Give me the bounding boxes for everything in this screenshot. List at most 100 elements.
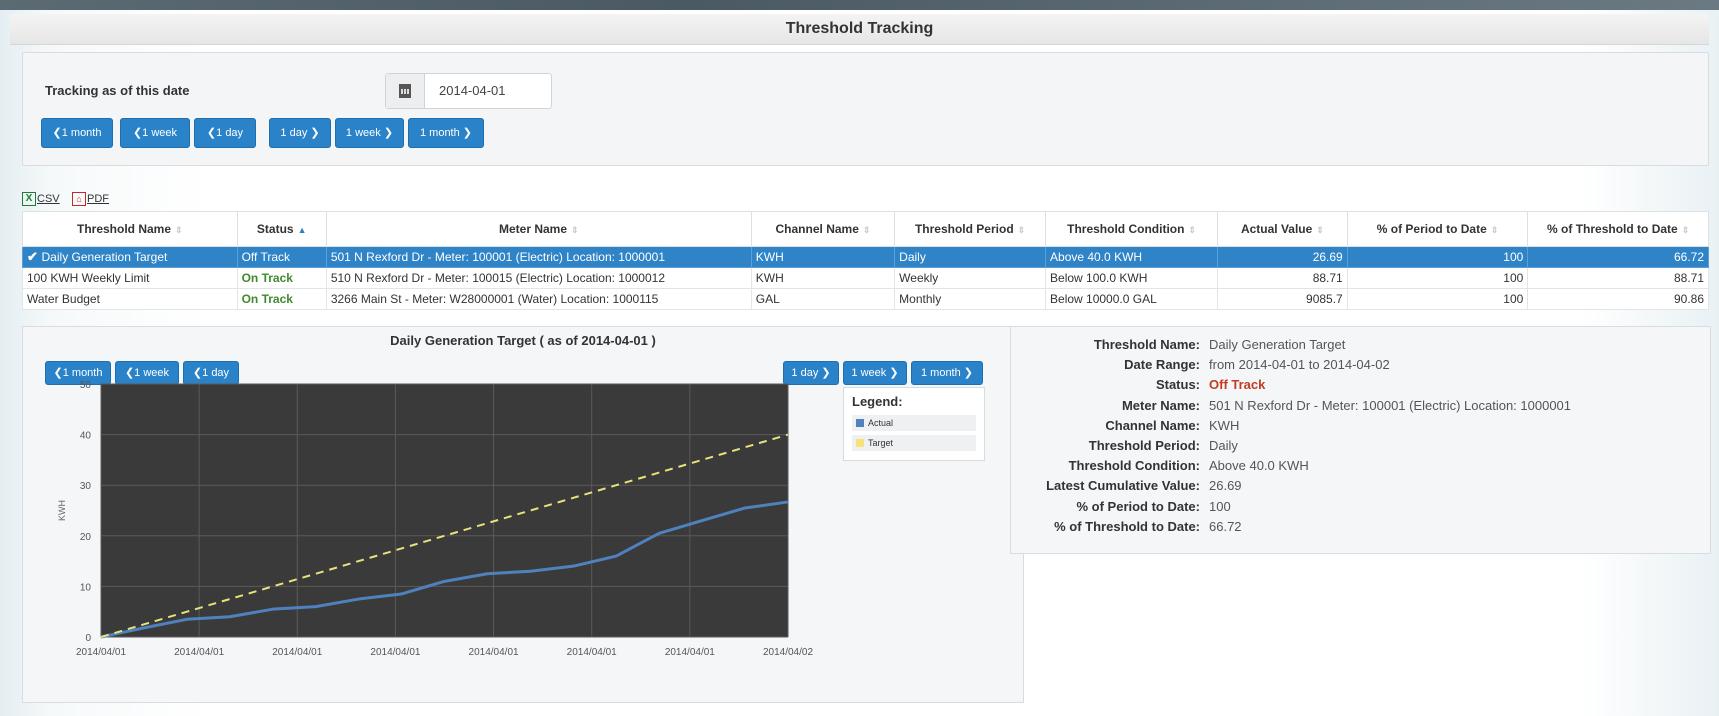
legend-item-actual[interactable]: Actual (852, 415, 976, 431)
pdf-icon: ⌂ (72, 192, 86, 206)
detail-row: Threshold Period: Daily (1011, 438, 1710, 458)
threshold-name: Water Budget (22, 288, 238, 310)
detail-label: % of Period to Date: (1076, 498, 1200, 514)
back-1-month-button[interactable]: ❮1 month (41, 118, 113, 148)
status-cell: On Track (236, 267, 327, 289)
detail-value: Off Track (1209, 377, 1266, 393)
column-header-actual-value[interactable]: Actual Value ⇕ (1217, 211, 1348, 247)
column-header-label: Threshold Period (914, 222, 1014, 236)
channel-cell: GAL (750, 288, 896, 310)
sort-ascending-icon: ▲ (297, 225, 307, 235)
detail-value: 26.69 (1209, 478, 1242, 494)
pct-period-cell: 100 (1346, 288, 1529, 310)
export-csv-link[interactable]: X CSV (22, 192, 60, 206)
y-tick-label: 30 (80, 481, 92, 492)
column-header-threshold-period[interactable]: Threshold Period ⇕ (894, 211, 1047, 247)
pct-threshold-cell: 88.71 (1527, 267, 1709, 289)
legend-swatch-target (856, 439, 864, 447)
detail-label: Date Range: (1124, 357, 1200, 373)
actual-cell: 88.71 (1217, 267, 1348, 289)
column-header-label: Status (256, 222, 294, 236)
detail-row: Channel Name: KWH (1011, 418, 1710, 438)
y-tick-label: 10 (80, 582, 92, 593)
table-cell: ✔ Daily Generation Target (22, 246, 238, 268)
period-cell: Daily (894, 246, 1047, 268)
detail-value: 100 (1209, 498, 1231, 514)
calendar-icon (399, 84, 411, 98)
legend-title: Legend: (852, 394, 903, 409)
threshold-table: Threshold Name ⇕ Status ▲ Meter Name ⇕ Chan… (22, 211, 1709, 310)
x-tick-label: 2014/04/01 (469, 647, 519, 658)
table-row[interactable]: ✔ Daily Generation Target Off Track 501 … (22, 246, 1709, 268)
plot-area (101, 384, 788, 637)
sort-icon: ⇕ (175, 225, 183, 235)
condition-cell: Above 40.0 KWH (1045, 246, 1219, 268)
y-tick-label: 50 (80, 380, 92, 391)
status-cell: On Track (236, 288, 327, 310)
x-tick-label: 2014/04/02 (763, 647, 813, 658)
forward-1-month-button[interactable]: 1 month ❯ (408, 118, 484, 148)
pct-threshold-cell: 66.72 (1527, 246, 1709, 268)
column-header-threshold-condition[interactable]: Threshold Condition ⇕ (1045, 211, 1219, 247)
detail-label: Channel Name: (1105, 417, 1200, 433)
column-header-status[interactable]: Status ▲ (236, 211, 327, 247)
legend-swatch-actual (856, 419, 864, 427)
back-1-day-button[interactable]: ❮1 day (194, 118, 256, 148)
detail-label: Meter Name: (1121, 397, 1200, 413)
threshold-details-panel: Threshold Name: Daily Generation Target Da… (1010, 326, 1711, 554)
y-axis-label: KWH (57, 500, 67, 521)
sort-icon: ⇕ (1188, 225, 1196, 235)
x-tick-label: 2014/04/01 (665, 647, 715, 658)
check-icon: ✔ (27, 249, 42, 264)
table-row[interactable]: Water Budget On Track 3266 Main St - Met… (22, 288, 1709, 310)
column-header-meter-name[interactable]: Meter Name ⇕ (325, 211, 752, 247)
forward-1-day-button[interactable]: 1 day ❯ (269, 118, 331, 148)
column-header-pct-period[interactable]: % of Period to Date ⇕ (1346, 211, 1529, 247)
column-header-label: Threshold Condition (1067, 222, 1185, 236)
column-header-label: Channel Name (775, 222, 859, 236)
meter-cell: 510 N Rexford Dr - Meter: 100015 (Electr… (325, 267, 752, 289)
tracking-date-input[interactable]: 2014-04-01 (425, 74, 551, 108)
pct-period-cell: 100 (1346, 267, 1529, 289)
actual-cell: 9085.7 (1217, 288, 1348, 310)
legend-item-target[interactable]: Target (852, 435, 976, 451)
y-tick-label: 0 (85, 633, 91, 644)
detail-row: Threshold Condition: Above 40.0 KWH (1011, 458, 1710, 478)
detail-row: Threshold Name: Daily Generation Target (1011, 337, 1710, 357)
detail-label: Threshold Name: (1093, 337, 1200, 352)
threshold-name: Daily Generation Target (41, 250, 168, 264)
legend-label-actual: Actual (868, 418, 894, 428)
calendar-button[interactable] (386, 74, 425, 108)
sort-icon: ⇕ (862, 225, 871, 235)
column-header-label: % of Period to Date (1376, 222, 1487, 236)
back-1-week-button[interactable]: ❮1 week (120, 118, 190, 148)
legend-label-target: Target (868, 438, 894, 448)
chart-legend: Legend: Actual Target (843, 387, 985, 461)
column-header-threshold-name[interactable]: Threshold Name ⇕ (22, 211, 238, 247)
y-tick-label: 40 (80, 431, 92, 442)
chart-panel: Daily Generation Target ( as of 2014-04-… (22, 326, 1024, 703)
x-tick-label: 2014/04/01 (272, 647, 322, 658)
sort-icon: ⇕ (1490, 225, 1499, 235)
export-pdf-link[interactable]: ⌂ PDF (72, 192, 109, 206)
pct-period-cell: 100 (1346, 246, 1529, 268)
channel-cell: KWH (750, 246, 896, 268)
column-header-channel-name[interactable]: Channel Name ⇕ (750, 211, 896, 247)
x-tick-label: 2014/04/01 (76, 647, 126, 658)
detail-label: % of Threshold to Date: (1054, 518, 1200, 534)
detail-label: Threshold Period: (1088, 438, 1200, 453)
line-chart: 0 10 20 30 40 50 2014/04/01 2014/04/01 2014/04/0… (57, 380, 813, 658)
sort-icon: ⇕ (1681, 225, 1690, 235)
detail-row: Status: Off Track (1011, 377, 1710, 397)
period-cell: Monthly (894, 288, 1047, 310)
sort-icon: ⇕ (1316, 225, 1324, 235)
forward-1-week-button[interactable]: 1 week ❯ (335, 118, 404, 148)
detail-value: Daily (1209, 438, 1238, 453)
tracking-date-picker[interactable]: 2014-04-01 (385, 73, 552, 109)
column-header-pct-threshold[interactable]: % of Threshold to Date ⇕ (1527, 211, 1709, 247)
table-header-row: Threshold Name ⇕ Status ▲ Meter Name ⇕ Chan… (22, 211, 1709, 247)
table-row[interactable]: 100 KWH Weekly Limit On Track 510 N Rexf… (22, 267, 1709, 289)
pct-threshold-cell: 90.86 (1527, 288, 1709, 310)
detail-row: Date Range: from 2014-04-01 to 2014-04-02 (1011, 357, 1710, 377)
sort-icon: ⇕ (1017, 225, 1026, 235)
